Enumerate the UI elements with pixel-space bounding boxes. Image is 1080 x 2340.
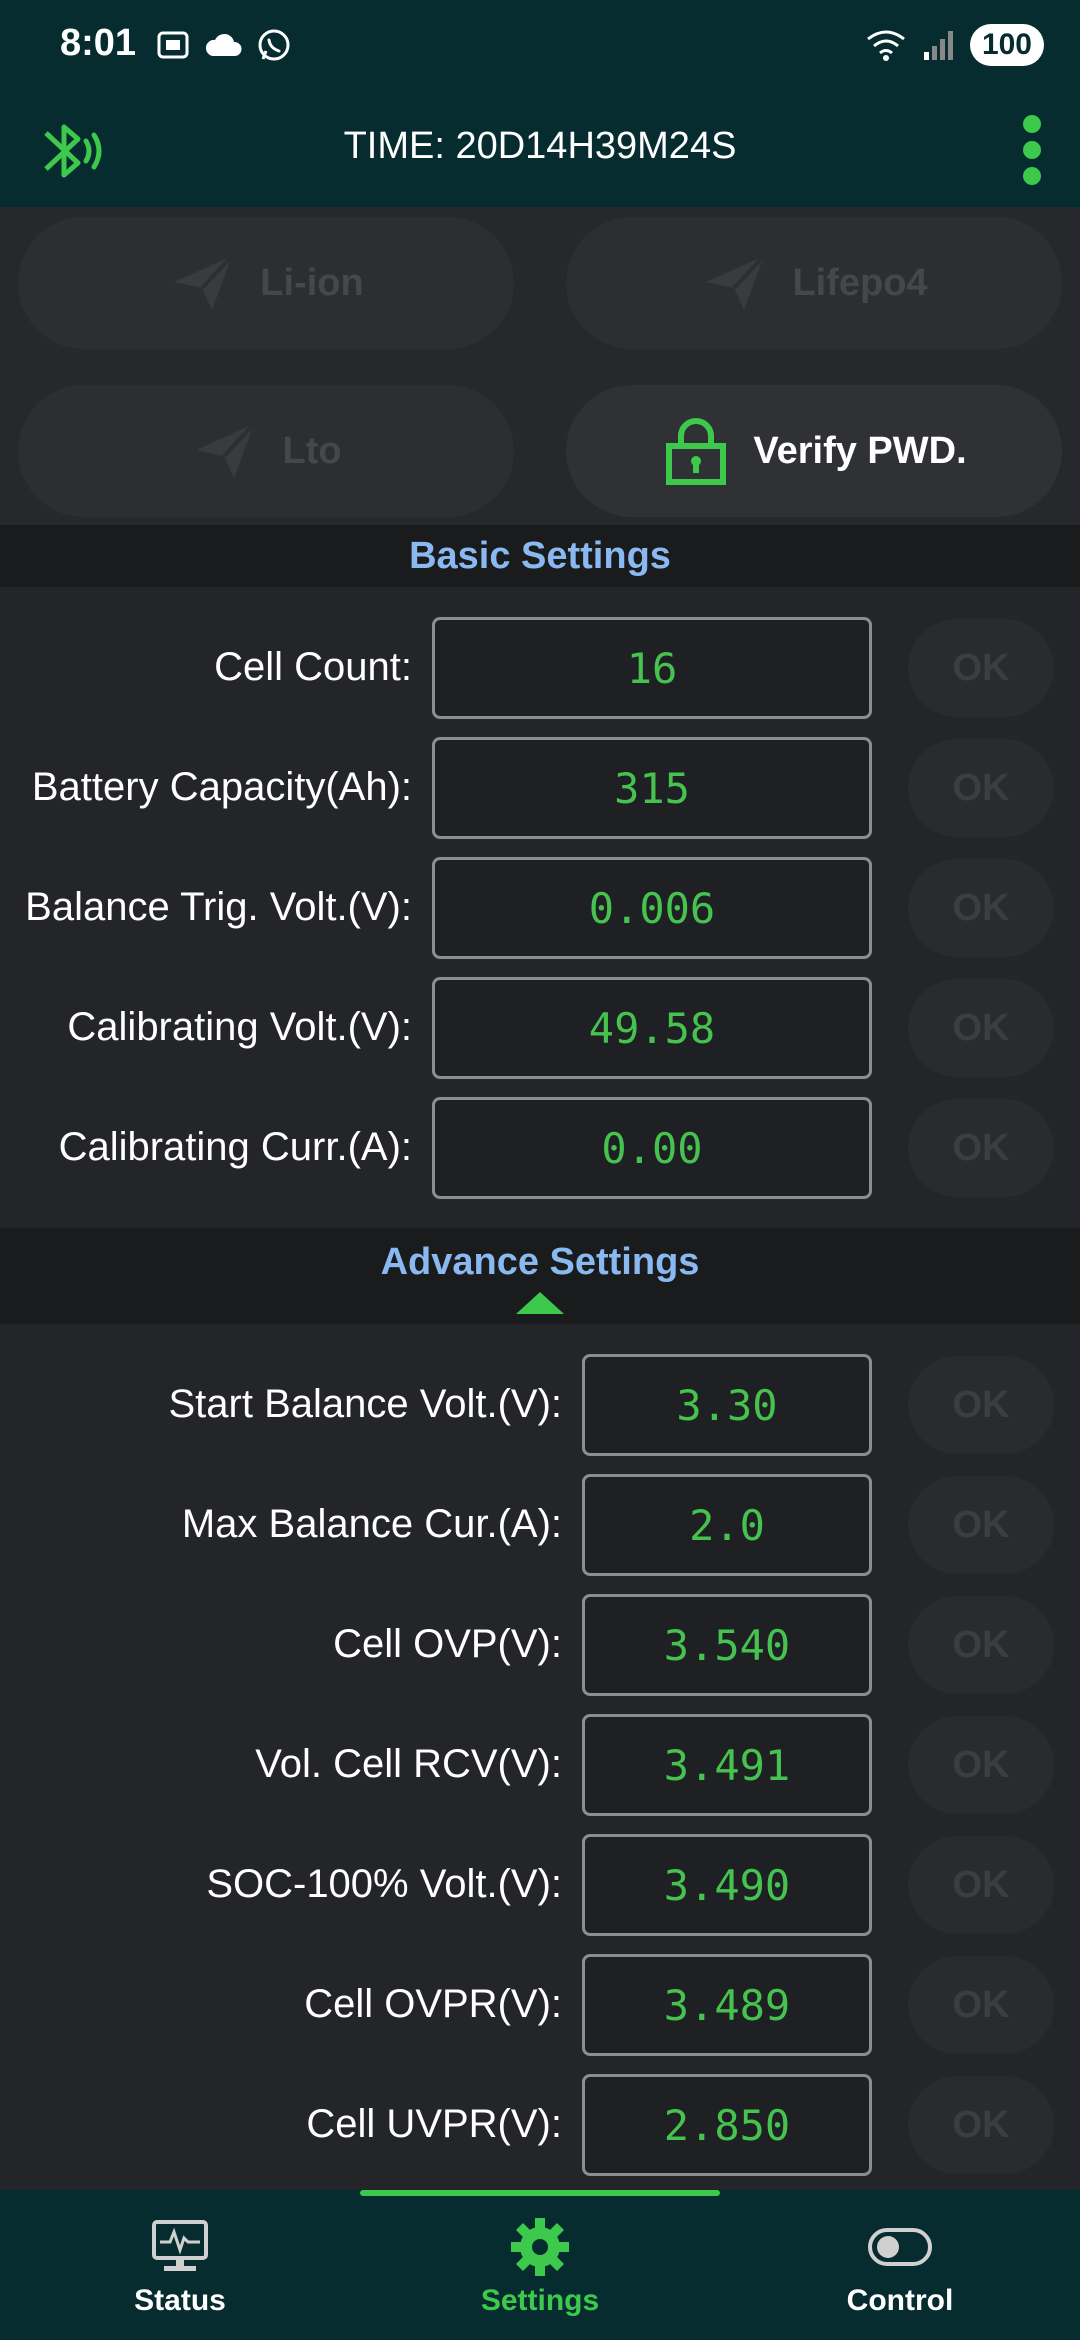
- setting-label: Battery Capacity(Ah):: [31, 765, 412, 809]
- nav-settings[interactable]: Settings: [360, 2190, 720, 2340]
- setting-label: Max Balance Cur.(A):: [181, 1502, 562, 1546]
- ok-button[interactable]: OK: [908, 979, 1054, 1077]
- setting-row-cell-uvpr: Cell UVPR(V): 2.850 OK: [0, 2072, 1080, 2176]
- setting-label: Calibrating Volt.(V):: [67, 1005, 412, 1049]
- setting-row-calibrating-volt: Calibrating Volt.(V): 49.58 OK: [0, 975, 1080, 1079]
- calibrating-curr-input[interactable]: 0.00: [432, 1097, 872, 1199]
- battery-indicator: 100: [969, 24, 1044, 66]
- ok-button[interactable]: OK: [908, 859, 1054, 957]
- screenshot-icon: [157, 31, 189, 59]
- nav-settings-label: Settings: [480, 2284, 600, 2317]
- ok-button[interactable]: OK: [908, 2076, 1054, 2174]
- setting-label: Cell OVPR(V):: [304, 1982, 562, 2026]
- setting-row-soc-100-volt: SOC-100% Volt.(V): 3.490 OK: [0, 1832, 1080, 1936]
- preset-lifepo4-label: Lifepo4: [792, 261, 928, 304]
- cell-ovp-input[interactable]: 3.540: [582, 1594, 872, 1696]
- cell-ovpr-input[interactable]: 3.489: [582, 1954, 872, 2056]
- setting-row-max-balance-cur: Max Balance Cur.(A): 2.0 OK: [0, 1472, 1080, 1576]
- preset-li-ion-label: Li-ion: [260, 261, 364, 304]
- basic-settings-list: Cell Count: 16 OK Battery Capacity(Ah): …: [0, 587, 1080, 1228]
- ok-button[interactable]: OK: [908, 1836, 1054, 1934]
- cell-count-input[interactable]: 16: [432, 617, 872, 719]
- cloud-icon: [205, 33, 242, 56]
- more-menu-icon[interactable]: [1014, 109, 1050, 193]
- setting-label: Balance Trig. Volt.(V):: [25, 885, 412, 929]
- setting-row-battery-capacity: Battery Capacity(Ah): 315 OK: [0, 735, 1080, 839]
- status-time: 8:01: [60, 22, 137, 64]
- send-icon: [706, 254, 766, 310]
- calibrating-volt-input[interactable]: 49.58: [432, 977, 872, 1079]
- advance-settings-title: Advance Settings: [380, 1241, 700, 1283]
- cell-uvpr-input[interactable]: 2.850: [582, 2074, 872, 2176]
- header-title: TIME: 20D14H39M24S: [343, 125, 737, 167]
- setting-row-cell-ovpr: Cell OVPR(V): 3.489 OK: [0, 1952, 1080, 2056]
- setting-row-cell-ovp: Cell OVP(V): 3.540 OK: [0, 1592, 1080, 1696]
- setting-row-vol-cell-rcv: Vol. Cell RCV(V): 3.491 OK: [0, 1712, 1080, 1816]
- ok-button[interactable]: OK: [908, 1596, 1054, 1694]
- setting-row-cell-count: Cell Count: 16 OK: [0, 615, 1080, 719]
- ok-button[interactable]: OK: [908, 619, 1054, 717]
- ok-button[interactable]: OK: [908, 739, 1054, 837]
- setting-label: Calibrating Curr.(A):: [58, 1125, 412, 1169]
- setting-label: Cell OVP(V):: [333, 1622, 562, 1666]
- send-icon: [174, 254, 234, 310]
- start-balance-volt-input[interactable]: 3.30: [582, 1354, 872, 1456]
- setting-row-start-balance-volt: Start Balance Volt.(V): 3.30 OK: [0, 1352, 1080, 1456]
- send-icon: [196, 422, 256, 478]
- toggle-icon: [868, 2228, 932, 2266]
- whatsapp-icon: [258, 29, 290, 61]
- setting-row-balance-trig-volt: Balance Trig. Volt.(V): 0.006 OK: [0, 855, 1080, 959]
- bottom-navigation: Status Settings Control: [0, 2190, 1080, 2340]
- preset-lto-label: Lto: [282, 429, 342, 472]
- setting-label: Cell UVPR(V):: [306, 2102, 562, 2146]
- nav-status-label: Status: [134, 2284, 226, 2317]
- app-bar: TIME: 20D14H39M24S: [0, 95, 1080, 207]
- ok-button[interactable]: OK: [908, 1716, 1054, 1814]
- verify-password-button[interactable]: Verify PWD.: [566, 385, 1062, 517]
- ok-button[interactable]: OK: [908, 1956, 1054, 2054]
- balance-trig-volt-input[interactable]: 0.006: [432, 857, 872, 959]
- battery-capacity-input[interactable]: 315: [432, 737, 872, 839]
- status-bar: 8:01 100: [0, 0, 1080, 95]
- nav-status[interactable]: Status: [0, 2190, 360, 2340]
- preset-lto-button[interactable]: Lto: [18, 385, 514, 517]
- preset-li-ion-button[interactable]: Li-ion: [18, 217, 514, 349]
- monitor-icon: [152, 2220, 208, 2271]
- setting-row-calibrating-curr: Calibrating Curr.(A): 0.00 OK: [0, 1095, 1080, 1199]
- ok-button[interactable]: OK: [908, 1356, 1054, 1454]
- ok-button[interactable]: OK: [908, 1476, 1054, 1574]
- vol-cell-rcv-input[interactable]: 3.491: [582, 1714, 872, 1816]
- setting-label: Start Balance Volt.(V):: [168, 1382, 562, 1426]
- nav-control[interactable]: Control: [720, 2190, 1080, 2340]
- soc-100-volt-input[interactable]: 3.490: [582, 1834, 872, 1936]
- max-balance-cur-input[interactable]: 2.0: [582, 1474, 872, 1576]
- setting-label: SOC-100% Volt.(V):: [206, 1862, 562, 1906]
- setting-label: Vol. Cell RCV(V):: [255, 1742, 562, 1786]
- gear-icon: [511, 2218, 569, 2276]
- advance-settings-list: Start Balance Volt.(V): 3.30 OK Max Bala…: [0, 1324, 1080, 2190]
- setting-label: Cell Count:: [214, 645, 412, 689]
- status-icons-right: 100: [864, 24, 1044, 66]
- basic-settings-title: Basic Settings: [0, 525, 1080, 587]
- preset-lifepo4-button[interactable]: Lifepo4: [566, 217, 1062, 349]
- wifi-icon: [867, 30, 905, 61]
- status-icons-left: [155, 26, 293, 64]
- ok-button[interactable]: OK: [908, 1099, 1054, 1197]
- lock-icon: [666, 418, 727, 485]
- battery-type-presets: Li-ion Lifepo4 Lto Verify PWD.: [0, 207, 1080, 525]
- collapse-arrow-icon[interactable]: [516, 1292, 564, 1314]
- verify-password-label: Verify PWD.: [753, 429, 967, 472]
- nav-control-label: Control: [846, 2284, 954, 2317]
- signal-icon: [923, 31, 953, 60]
- advance-settings-header[interactable]: Advance Settings: [0, 1228, 1080, 1324]
